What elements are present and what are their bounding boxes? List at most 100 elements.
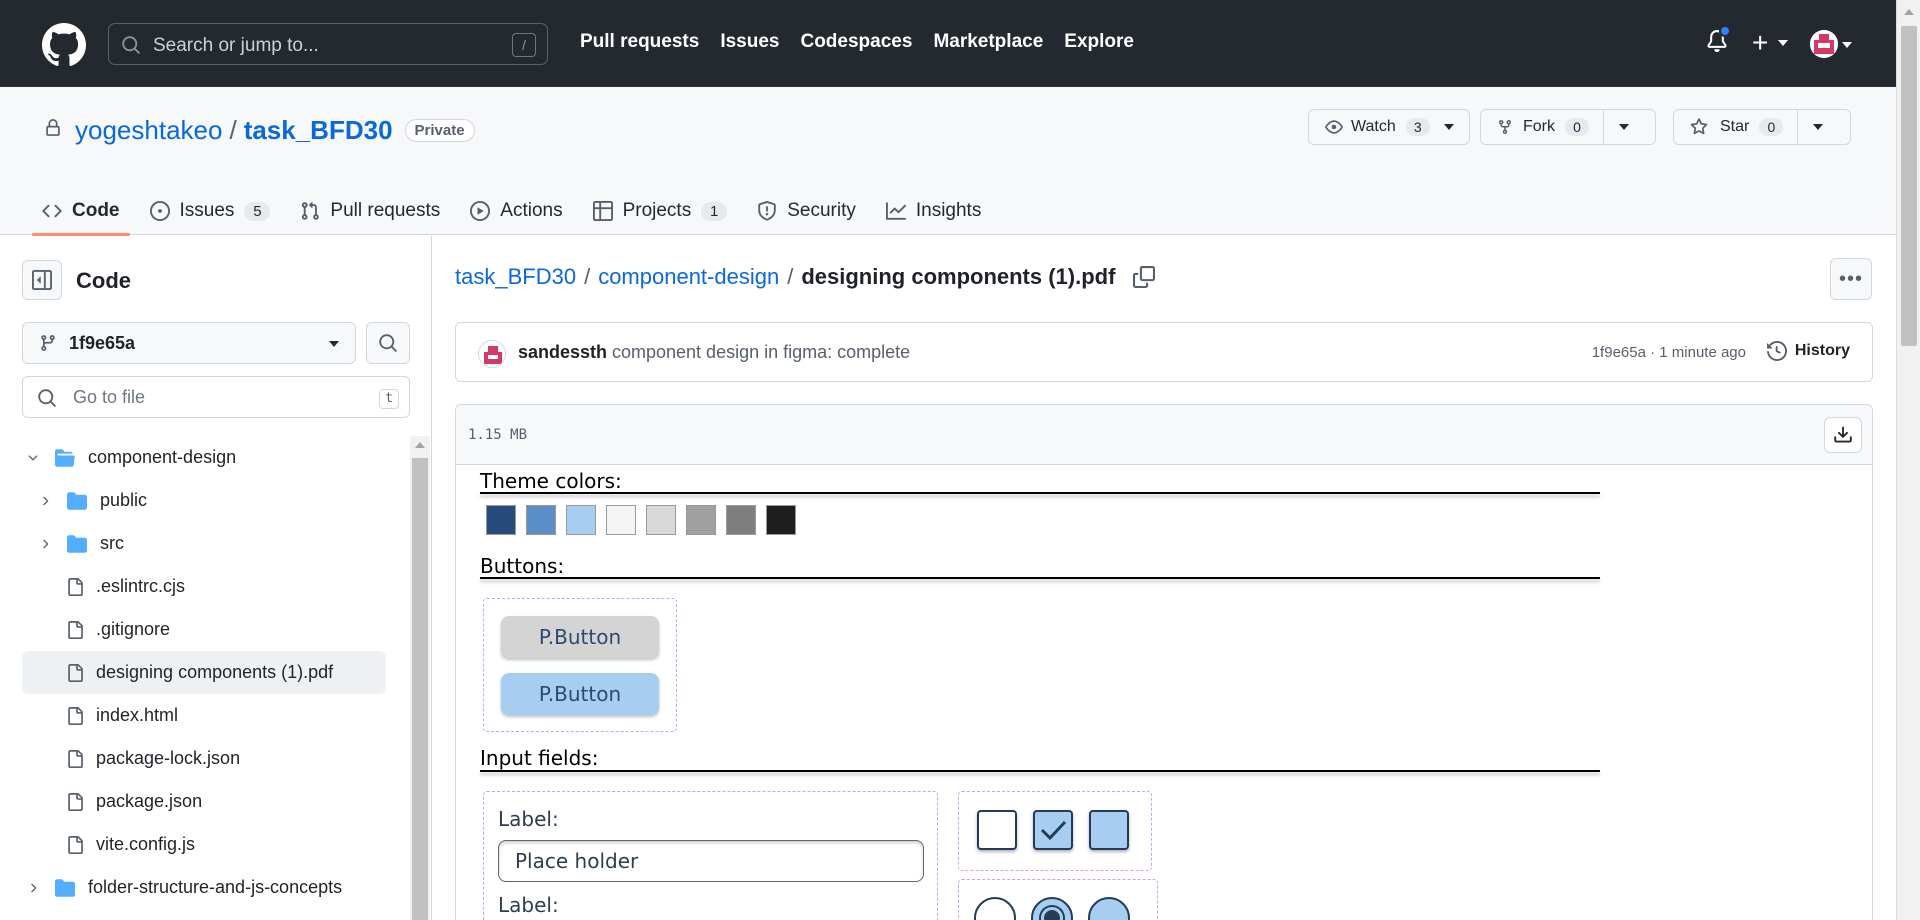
user-avatar[interactable] bbox=[1810, 30, 1838, 58]
fork-label: Fork bbox=[1523, 118, 1555, 135]
tree-item-label: .gitignore bbox=[96, 619, 171, 639]
eye-icon bbox=[1325, 120, 1343, 134]
scroll-up-arrow-icon[interactable] bbox=[415, 442, 425, 448]
tree-item-package-lock[interactable]: package-lock.json bbox=[0, 737, 412, 780]
file-tree-title: Code bbox=[76, 268, 131, 293]
nav-pull-requests[interactable]: Pull requests bbox=[580, 31, 699, 53]
pdf-checkbox-checked bbox=[1033, 810, 1073, 850]
table-icon bbox=[592, 201, 613, 221]
tree-item-folder-structure[interactable]: folder-structure-and-js-concepts bbox=[0, 866, 412, 909]
history-button[interactable]: History bbox=[1766, 341, 1850, 361]
copy-path-icon[interactable] bbox=[1133, 266, 1156, 288]
tree-item-label: package.json bbox=[96, 791, 203, 811]
file-viewer: 1.15 MB Theme colors: Buttons: P.Button … bbox=[455, 404, 1873, 920]
file-tree-panel: Code 1f9e65a Go to file t component-desi… bbox=[0, 236, 432, 920]
branch-selector[interactable]: 1f9e65a bbox=[22, 322, 356, 364]
repo-owner-link[interactable]: yogeshtakeo bbox=[75, 115, 222, 146]
search-icon bbox=[122, 36, 140, 54]
tab-security[interactable]: Security bbox=[757, 187, 856, 235]
history-icon bbox=[1766, 341, 1787, 361]
star-button[interactable]: Star 0 bbox=[1673, 109, 1851, 145]
tree-item-package-json[interactable]: package.json bbox=[0, 780, 412, 823]
file-tree-scrollbar[interactable] bbox=[410, 436, 430, 920]
go-to-file-input[interactable]: Go to file t bbox=[22, 376, 410, 418]
nav-marketplace[interactable]: Marketplace bbox=[933, 31, 1043, 53]
tree-item-label: folder-structure-and-js-concepts bbox=[88, 877, 343, 897]
sidebar-collapse-button[interactable] bbox=[22, 260, 62, 300]
tree-item-src[interactable]: src bbox=[0, 522, 412, 565]
file-tree: component-design public src .eslintrc.cj… bbox=[0, 436, 412, 909]
nav-codespaces[interactable]: Codespaces bbox=[800, 31, 912, 53]
download-button[interactable] bbox=[1824, 417, 1862, 453]
chevron-down-icon[interactable] bbox=[1813, 124, 1824, 130]
global-header: Search or jump to... / Pull requests Iss… bbox=[0, 0, 1896, 87]
branch-name: 1f9e65a bbox=[69, 332, 136, 353]
tab-code[interactable]: Code bbox=[32, 187, 129, 236]
tab-projects[interactable]: Projects 1 bbox=[592, 187, 728, 235]
tree-item-label: .eslintrc.cjs bbox=[96, 576, 186, 596]
pdf-divider bbox=[480, 492, 1600, 494]
commit-message[interactable]: component design in figma: complete bbox=[612, 342, 910, 363]
tree-item-label: public bbox=[100, 490, 148, 510]
kebab-horizontal-icon: ••• bbox=[1838, 267, 1863, 290]
tree-item-component-design[interactable]: component-design bbox=[0, 436, 412, 479]
pdf-checkbox-unchecked bbox=[1089, 810, 1129, 850]
tree-item-gitignore[interactable]: .gitignore bbox=[0, 608, 412, 651]
tree-item-public[interactable]: public bbox=[0, 479, 412, 522]
color-swatch bbox=[526, 505, 556, 535]
breadcrumb-current-file: designing components (1).pdf bbox=[801, 264, 1116, 289]
folder-icon bbox=[67, 491, 87, 510]
scrollbar-thumb[interactable] bbox=[1901, 26, 1917, 346]
tree-item-label: src bbox=[100, 533, 124, 553]
color-swatch bbox=[566, 505, 596, 535]
scroll-up-arrow-icon[interactable] bbox=[1904, 9, 1914, 15]
pdf-field-label: Label: bbox=[498, 807, 559, 831]
search-shortcut-key: / bbox=[512, 33, 536, 57]
create-new-icon[interactable]: + bbox=[1752, 29, 1768, 57]
tree-item-index-html[interactable]: index.html bbox=[0, 694, 412, 737]
tree-search-button[interactable] bbox=[366, 322, 410, 364]
lock-icon bbox=[46, 119, 60, 136]
more-options-button[interactable]: ••• bbox=[1830, 258, 1872, 300]
tree-item-eslintrc[interactable]: .eslintrc.cjs bbox=[0, 565, 412, 608]
fork-button[interactable]: Fork 0 bbox=[1480, 109, 1656, 145]
tree-item-label: index.html bbox=[96, 705, 179, 725]
tab-actions[interactable]: Actions bbox=[470, 187, 563, 235]
visibility-badge: Private bbox=[404, 119, 475, 142]
chevron-down-icon[interactable] bbox=[1443, 124, 1454, 130]
git-pull-request-icon bbox=[302, 201, 320, 220]
go-to-file-placeholder: Go to file bbox=[73, 387, 146, 407]
chevron-down-icon[interactable] bbox=[1619, 124, 1629, 130]
watch-button[interactable]: Watch 3 bbox=[1308, 109, 1470, 145]
file-icon bbox=[68, 706, 83, 725]
pdf-preview[interactable]: Theme colors: Buttons: P.Button P.Button… bbox=[456, 465, 1872, 920]
commit-meta[interactable]: 1f9e65a · 1 minute ago bbox=[1592, 344, 1746, 361]
color-swatch bbox=[726, 505, 756, 535]
github-logo-icon[interactable] bbox=[42, 23, 86, 67]
latest-commit-box: sandessth component design in figma: com… bbox=[455, 322, 1873, 382]
scrollbar-thumb[interactable] bbox=[412, 458, 428, 920]
file-icon bbox=[68, 749, 83, 768]
file-size: 1.15 MB bbox=[468, 427, 528, 443]
shield-icon bbox=[758, 201, 776, 221]
breadcrumb-repo-link[interactable]: task_BFD30 bbox=[455, 264, 576, 290]
tree-item-vite-config[interactable]: vite.config.js bbox=[0, 823, 412, 866]
tab-pull-requests[interactable]: Pull requests bbox=[300, 187, 440, 235]
nav-issues[interactable]: Issues bbox=[720, 31, 779, 53]
breadcrumb-folder-link[interactable]: component-design bbox=[598, 264, 779, 290]
nav-explore[interactable]: Explore bbox=[1064, 31, 1134, 53]
file-icon bbox=[68, 792, 83, 811]
page-scrollbar[interactable] bbox=[1896, 0, 1920, 920]
global-search-input[interactable]: Search or jump to... / bbox=[108, 23, 548, 65]
commit-author-avatar[interactable] bbox=[478, 340, 506, 368]
graph-icon bbox=[885, 202, 906, 220]
repo-name-link[interactable]: task_BFD30 bbox=[244, 115, 393, 146]
tree-item-designing-components-pdf[interactable]: designing components (1).pdf bbox=[22, 651, 386, 694]
tab-issues[interactable]: Issues 5 bbox=[149, 187, 271, 235]
tab-insights[interactable]: Insights bbox=[885, 187, 981, 235]
tab-label: Code bbox=[72, 200, 120, 221]
commit-author[interactable]: sandessth bbox=[518, 342, 607, 363]
star-label: Star bbox=[1720, 118, 1750, 135]
pdf-sample-input: Place holder bbox=[498, 840, 924, 882]
page: Search or jump to... / Pull requests Iss… bbox=[0, 0, 1920, 920]
